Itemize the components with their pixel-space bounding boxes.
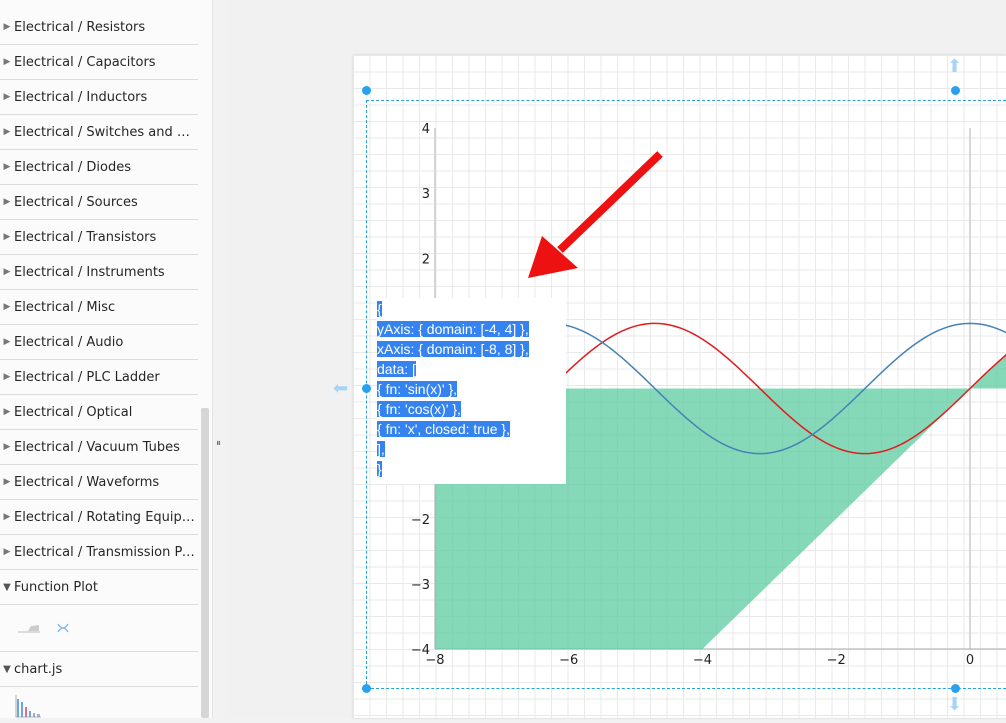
editor-line: { fn: 'cos(x)' }, [377, 401, 461, 417]
editor-line: ], [377, 441, 385, 457]
editor-line: { fn: 'x', closed: true }, [377, 421, 510, 437]
editor-line: { fn: 'sin(x)' }, [377, 381, 458, 397]
editor-line: yAxis: { domain: [-4, 4] }, [377, 321, 529, 337]
editor-line: { [377, 301, 382, 317]
editor-line: } [377, 461, 382, 477]
editor-line: data: [ [377, 361, 416, 377]
editor-line: xAxis: { domain: [-8, 8] }, [377, 341, 529, 357]
text-editor[interactable]: { yAxis: { domain: [-4, 4] }, xAxis: { dom… [377, 298, 566, 484]
